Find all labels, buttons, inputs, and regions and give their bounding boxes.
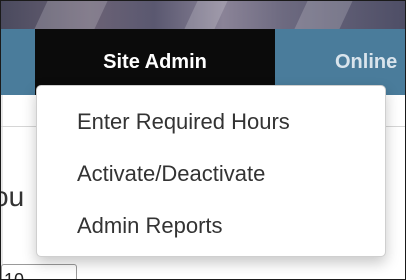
site-admin-dropdown-menu: Enter Required Hours Activate/Deactivate… bbox=[36, 85, 386, 257]
nav-tab-site-admin-label: Site Admin bbox=[103, 50, 207, 73]
header-banner-image bbox=[1, 1, 405, 29]
menu-item-admin-reports[interactable]: Admin Reports bbox=[37, 200, 385, 252]
background-heading-fragment: ou bbox=[1, 181, 25, 212]
menu-item-activate-deactivate[interactable]: Activate/Deactivate bbox=[37, 148, 385, 200]
page-frame: Site Admin Online ou 10 Enter Required H… bbox=[0, 0, 406, 280]
menu-item-enter-required-hours[interactable]: Enter Required Hours bbox=[37, 96, 385, 148]
background-input[interactable]: 10 bbox=[1, 264, 77, 279]
nav-tab-online-label: Online bbox=[335, 50, 398, 73]
